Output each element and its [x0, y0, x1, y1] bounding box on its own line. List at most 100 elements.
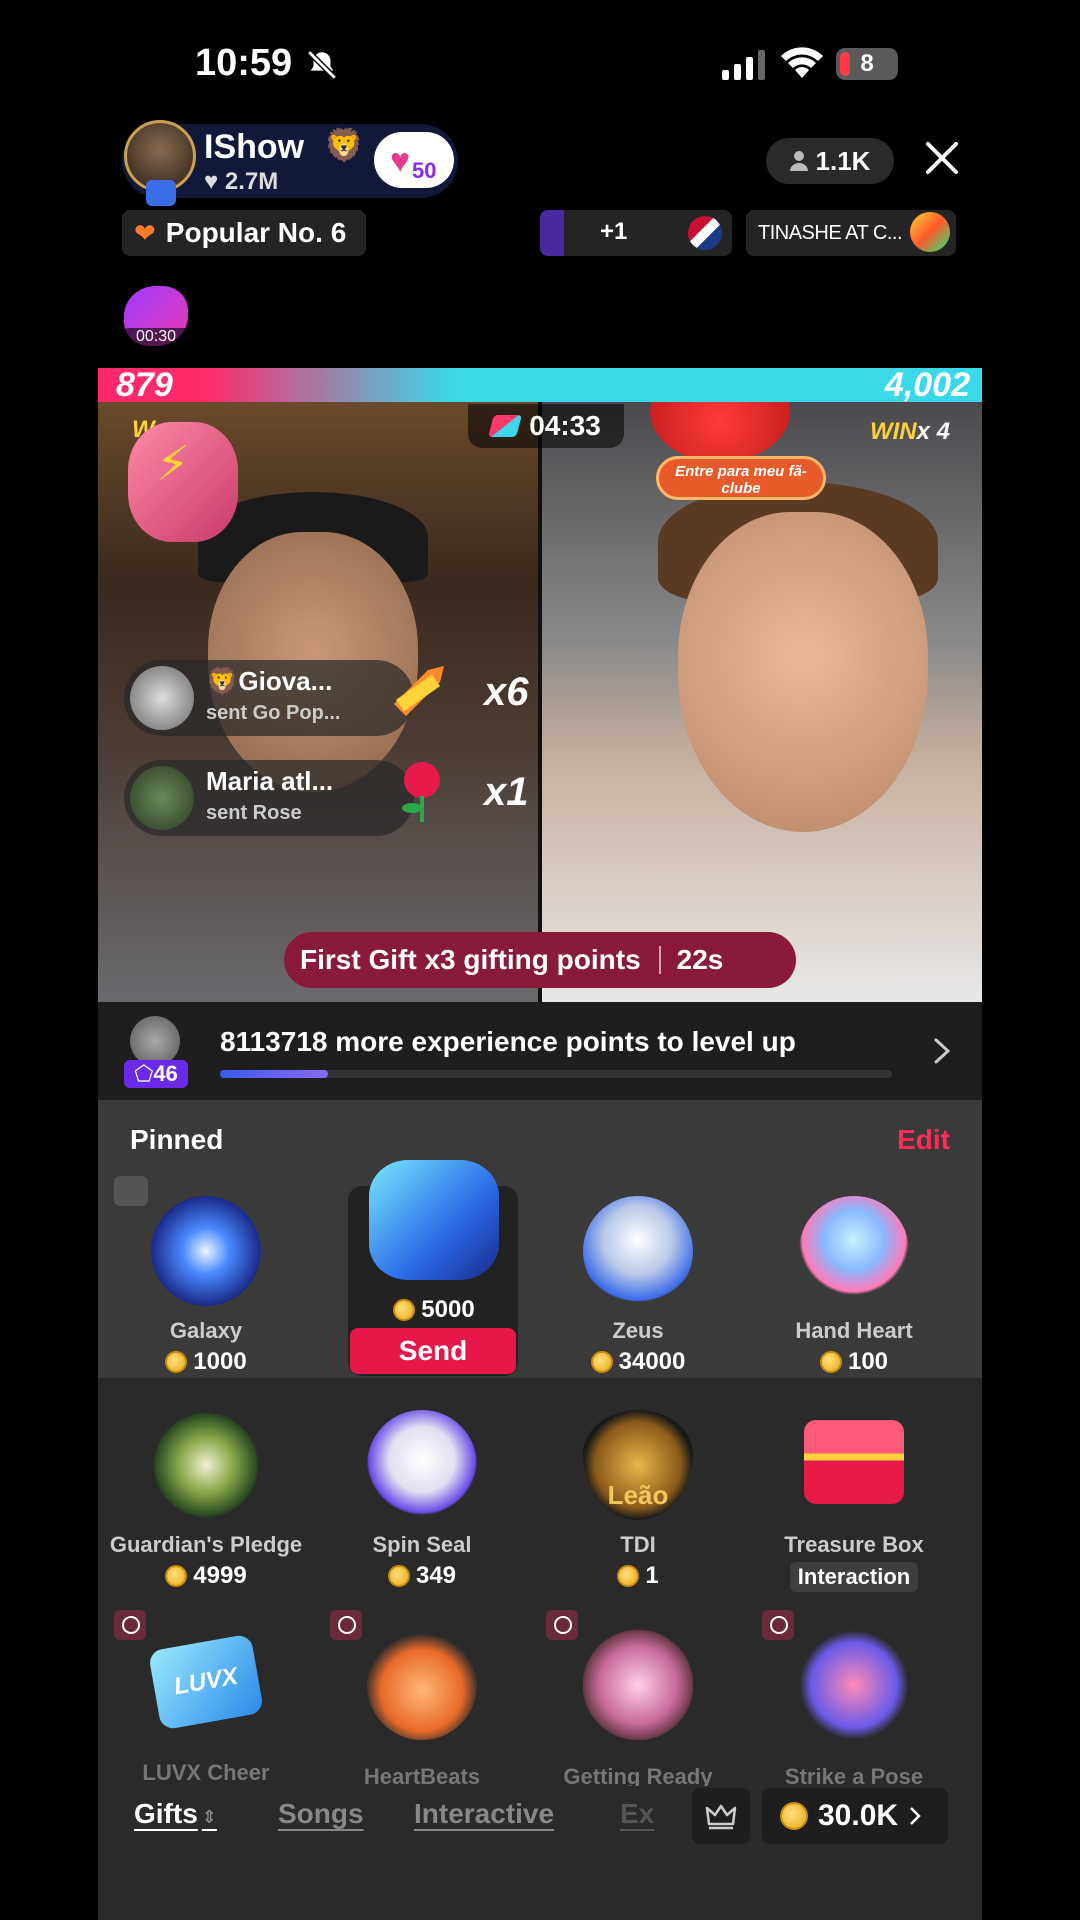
gift-multiplier: x1	[484, 770, 529, 814]
gift-notification: Maria atl... sent Rose x1	[124, 760, 529, 836]
gift-spin-seal[interactable]: Spin Seal 349	[314, 1410, 530, 1590]
sort-arrows-icon[interactable]: ⇕	[202, 1807, 217, 1827]
popular-rank-text: Popular No. 6	[165, 217, 347, 248]
host-emoji: 🦁	[324, 127, 364, 163]
edit-button[interactable]: Edit	[897, 1124, 950, 1156]
gift-price: 1000	[98, 1348, 314, 1376]
pinned-title: Pinned	[130, 1124, 224, 1155]
gift-name: LUVX Cheer	[142, 1760, 270, 1785]
gift-name: TDI	[620, 1532, 656, 1557]
viewer-count[interactable]: 1.1K	[766, 138, 894, 184]
gift-sent-text: sent Go Pop...	[206, 702, 341, 724]
host-name: IShow	[204, 128, 305, 166]
pose-characters-icon	[799, 1630, 909, 1740]
battery-indicator: 8	[836, 48, 898, 80]
right-score: 4,002	[884, 366, 970, 404]
guest-avatar	[688, 216, 722, 250]
battle-score-bar: 879 4,002	[98, 366, 982, 404]
user-level-badge: ⬠46	[124, 1060, 188, 1088]
gift-price: 5000	[326, 1296, 542, 1324]
gift-zeus[interactable]: Zeus 34000	[530, 1196, 746, 1376]
gift-tdi[interactable]: Leão TDI 1	[530, 1410, 746, 1590]
gift-hand-heart[interactable]: Hand Heart 100	[746, 1196, 962, 1376]
subscription-button[interactable]	[692, 1788, 750, 1844]
coin-balance-button[interactable]: 30.0K	[762, 1788, 948, 1844]
person-icon	[789, 151, 808, 171]
gift-name: Hand Heart	[795, 1318, 913, 1343]
tab-exclusive[interactable]: Ex	[620, 1798, 654, 1830]
join-fanclub-button[interactable]: Entre para meu fã-clube	[656, 456, 826, 500]
zeus-icon	[583, 1196, 693, 1306]
gifter-name: Maria atl...	[206, 766, 334, 796]
win-label: WIN	[869, 418, 917, 445]
gifter-avatar	[130, 666, 194, 730]
win-count: x 4	[916, 418, 950, 445]
event-timer-text: 00:30	[120, 328, 192, 346]
song-title: TINASHE AT C...	[758, 222, 903, 244]
host-level-badge[interactable]: ♥ 50	[374, 132, 454, 188]
battery-level: 8	[860, 50, 874, 77]
host-profile[interactable]: IShow 🦁 ♥ 2.7M ♥ 50	[122, 120, 458, 206]
gift-strike-a-pose[interactable]: Strike a Pose	[746, 1630, 962, 1790]
wifi-icon	[781, 47, 823, 78]
headphones-icon	[367, 1630, 477, 1740]
gift-name: Guardian's Pledge	[109, 1532, 303, 1557]
chevron-right-icon	[910, 1807, 921, 1825]
silent-bell-icon	[307, 50, 337, 80]
battle-countdown: 04:33	[468, 404, 624, 448]
close-icon[interactable]	[922, 138, 962, 178]
gift-guardians-pledge[interactable]: Guardian's Pledge 4999	[98, 1410, 314, 1590]
event-timer-badge[interactable]: 00:30	[120, 282, 192, 352]
gifter-name: 🦁Giova...	[206, 666, 333, 696]
music-note-icon	[910, 212, 950, 252]
first-gift-timer: 22s	[676, 944, 724, 975]
gift-treasure-box[interactable]: Treasure Box Interaction	[746, 1410, 962, 1592]
boxing-glove-icon[interactable]: ⚡	[128, 422, 238, 542]
ticket-icon-text: LUVX	[172, 1662, 240, 1701]
coin-icon	[590, 1351, 613, 1373]
tab-gifts[interactable]: Gifts ⇕	[134, 1798, 217, 1830]
gift-name: Spin Seal	[372, 1532, 472, 1557]
gift-luvx-cheer[interactable]: LUVX LUVX Cheer	[98, 1630, 314, 1786]
coin-icon	[780, 1802, 808, 1830]
battle-video[interactable]: W ⚡ Entre para meu fã-clube 04:33 WINx 4…	[98, 402, 982, 1002]
vanity-mirror-icon	[583, 1630, 693, 1740]
now-playing-song[interactable]: TINASHE AT C...	[746, 210, 956, 256]
gift-name: Galaxy	[169, 1318, 243, 1343]
popular-gift-icon	[394, 666, 444, 716]
send-button[interactable]: Send	[350, 1328, 516, 1374]
countdown-text: 04:33	[529, 410, 601, 441]
coin-icon	[393, 1299, 416, 1321]
coin-icon	[387, 1565, 410, 1587]
guest-list-button[interactable]: +1	[540, 210, 732, 256]
coin-icon	[617, 1565, 640, 1587]
chevron-right-icon[interactable]	[930, 1036, 954, 1066]
gift-heartbeats[interactable]: HeartBeats	[314, 1630, 530, 1790]
host-level-number: 50	[412, 158, 437, 183]
gift-notification: 🦁Giova... sent Go Pop... x6	[124, 660, 529, 736]
gift-getting-ready[interactable]: Getting Ready	[530, 1630, 746, 1790]
lion-heart-icon: Leão	[583, 1410, 693, 1520]
tab-interactive[interactable]: Interactive	[414, 1798, 554, 1830]
gift-tab-bar: Gifts ⇕ Songs Interactive Ex 30.0K	[98, 1786, 982, 1850]
hand-heart-icon	[799, 1196, 909, 1306]
user-avatar	[130, 1016, 180, 1066]
first-gift-text: First Gift x3 gifting points	[300, 944, 641, 975]
popular-heart-icon: ❤	[134, 217, 156, 248]
popular-rank-badge[interactable]: ❤ Popular No. 6	[122, 210, 366, 256]
rose-icon	[402, 762, 440, 822]
interaction-label: Interaction	[789, 1562, 919, 1592]
gift-multiplier: x6	[484, 670, 529, 714]
gift-price: 100	[746, 1348, 962, 1376]
right-streamer-face	[678, 512, 928, 832]
seal-dj-icon	[367, 1410, 477, 1520]
gift-galaxy[interactable]: Galaxy 1000	[98, 1196, 314, 1376]
coin-balance: 30.0K	[818, 1799, 899, 1832]
gift-price: 1	[530, 1562, 746, 1590]
guest-plus-count: +1	[600, 218, 628, 245]
gift-selected-blaster[interactable]: 5000	[326, 1160, 542, 1324]
level-progress-row[interactable]: ⬠46 8113718 more experience points to le…	[98, 1002, 982, 1100]
win-streak: WINx 4	[870, 418, 950, 446]
first-gift-banner[interactable]: First Gift x3 gifting points 22s	[284, 932, 796, 988]
tab-songs[interactable]: Songs	[278, 1798, 364, 1830]
